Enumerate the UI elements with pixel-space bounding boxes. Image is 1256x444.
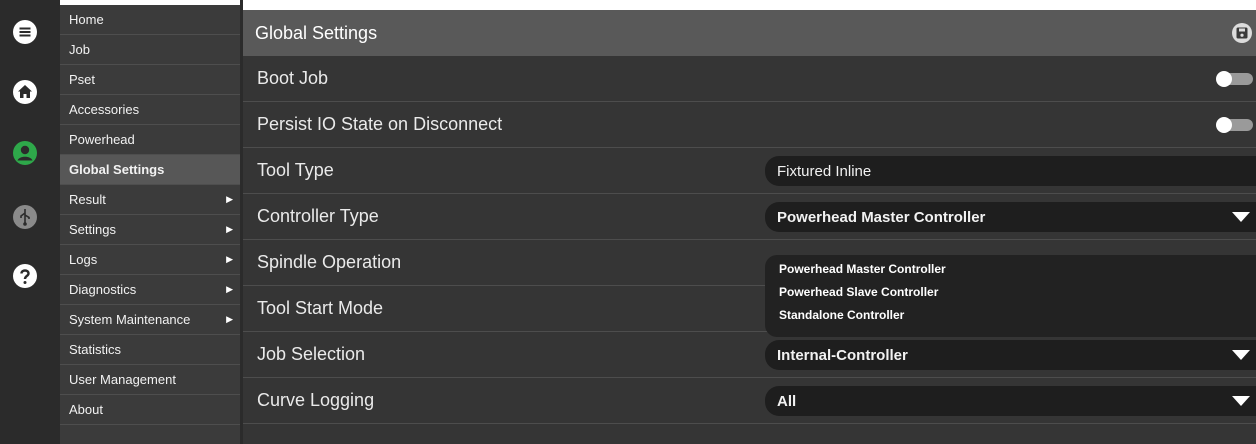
setting-row-tool-type: Tool Type Fixtured Inline — [243, 148, 1256, 194]
setting-row-boot-job: Boot Job — [243, 56, 1256, 102]
menu-item-logs[interactable]: Logs ▶ — [60, 245, 240, 275]
menu-item-job[interactable]: Job — [60, 35, 240, 65]
menu-item-settings[interactable]: Settings ▶ — [60, 215, 240, 245]
menu-item-label: Settings — [69, 222, 116, 237]
menu-item-statistics[interactable]: Statistics — [60, 335, 240, 365]
submenu-arrow-icon: ▶ — [226, 194, 233, 204]
toggle-knob — [1216, 71, 1232, 87]
tool-type-field[interactable]: Fixtured Inline — [765, 156, 1256, 186]
save-icon — [1236, 27, 1248, 39]
chevron-down-icon — [1232, 350, 1250, 360]
dropdown-option[interactable]: Standalone Controller — [765, 303, 1256, 326]
dropdown-option[interactable]: Powerhead Master Controller — [765, 257, 1256, 280]
setting-label: Tool Start Mode — [257, 298, 384, 318]
chevron-down-icon — [1232, 212, 1250, 222]
menu-item-diagnostics[interactable]: Diagnostics ▶ — [60, 275, 240, 305]
chevron-down-icon — [1232, 396, 1250, 406]
menu-item-label: Global Settings — [69, 162, 165, 177]
select-value: All — [777, 392, 797, 410]
boot-job-toggle[interactable] — [1216, 71, 1253, 87]
menu-item-user-management[interactable]: User Management — [60, 365, 240, 395]
menu-item-system-maintenance[interactable]: System Maintenance ▶ — [60, 305, 240, 335]
menu-item-about[interactable]: About — [60, 395, 240, 425]
menu-item-label: Logs — [69, 252, 98, 267]
setting-row-job-selection: Job Selection Internal-Controller — [243, 332, 1256, 378]
setting-label: Boot Job — [257, 68, 329, 88]
persist-io-toggle[interactable] — [1216, 117, 1253, 133]
select-value: Powerhead Master Controller — [777, 208, 986, 226]
curve-logging-select[interactable]: All — [765, 386, 1256, 416]
toggle-knob — [1216, 117, 1232, 133]
submenu-arrow-icon: ▶ — [226, 284, 233, 294]
home-icon[interactable] — [12, 79, 38, 105]
menu-item-result[interactable]: Result ▶ — [60, 185, 240, 215]
menu-item-label: Accessories — [69, 102, 140, 117]
submenu-arrow-icon: ▶ — [226, 254, 233, 264]
menu-item-label: System Maintenance — [69, 312, 191, 327]
menu-item-label: User Management — [69, 372, 176, 387]
setting-row-curve-logging: Curve Logging All — [243, 378, 1256, 424]
usb-icon[interactable] — [12, 204, 38, 230]
setting-label: Tool Type — [257, 160, 334, 180]
controller-type-dropdown: Powerhead Master Controller Powerhead Sl… — [765, 255, 1256, 337]
dropdown-option[interactable]: Powerhead Slave Controller — [765, 280, 1256, 303]
setting-label: Curve Logging — [257, 390, 375, 410]
menu-item-global-settings[interactable]: Global Settings — [60, 155, 240, 185]
menu-item-pset[interactable]: Pset — [60, 65, 240, 95]
user-icon[interactable] — [12, 140, 38, 166]
global-settings-panel: Global Settings Boot Job Persist IO Stat… — [243, 10, 1256, 444]
submenu-arrow-icon: ▶ — [226, 224, 233, 234]
help-icon[interactable] — [12, 263, 38, 289]
controller-type-select[interactable]: Powerhead Master Controller — [765, 202, 1256, 232]
icon-rail — [0, 0, 60, 444]
menu-item-label: Pset — [69, 72, 96, 87]
setting-row-persist-io: Persist IO State on Disconnect — [243, 102, 1256, 148]
menu-item-label: Statistics — [69, 342, 122, 357]
menu-icon[interactable] — [12, 19, 38, 45]
save-button[interactable] — [1232, 23, 1252, 43]
setting-label: Controller Type — [257, 206, 379, 226]
menu-item-label: Diagnostics — [69, 282, 137, 297]
setting-row-controller-type: Controller Type Powerhead Master Control… — [243, 194, 1256, 240]
menu-item-label: Result — [69, 192, 106, 207]
select-value: Internal-Controller — [777, 346, 908, 364]
submenu-arrow-icon: ▶ — [226, 314, 233, 324]
panel-header: Global Settings — [243, 10, 1256, 56]
menu-item-accessories[interactable]: Accessories — [60, 95, 240, 125]
menu-item-label: Powerhead — [69, 132, 135, 147]
menu-item-powerhead[interactable]: Powerhead — [60, 125, 240, 155]
page-title: Global Settings — [255, 22, 378, 43]
nav-menu: Home Job Pset Accessories Powerhead Glob… — [60, 5, 240, 444]
setting-label: Spindle Operation — [257, 252, 402, 272]
setting-label: Persist IO State on Disconnect — [257, 114, 503, 134]
job-selection-select[interactable]: Internal-Controller — [765, 340, 1256, 370]
menu-item-label: Job — [69, 42, 90, 57]
menu-item-home[interactable]: Home — [60, 5, 240, 35]
menu-item-label: Home — [69, 12, 104, 27]
field-value: Fixtured Inline — [777, 162, 872, 180]
menu-item-label: About — [69, 402, 103, 417]
setting-label: Job Selection — [257, 344, 366, 364]
